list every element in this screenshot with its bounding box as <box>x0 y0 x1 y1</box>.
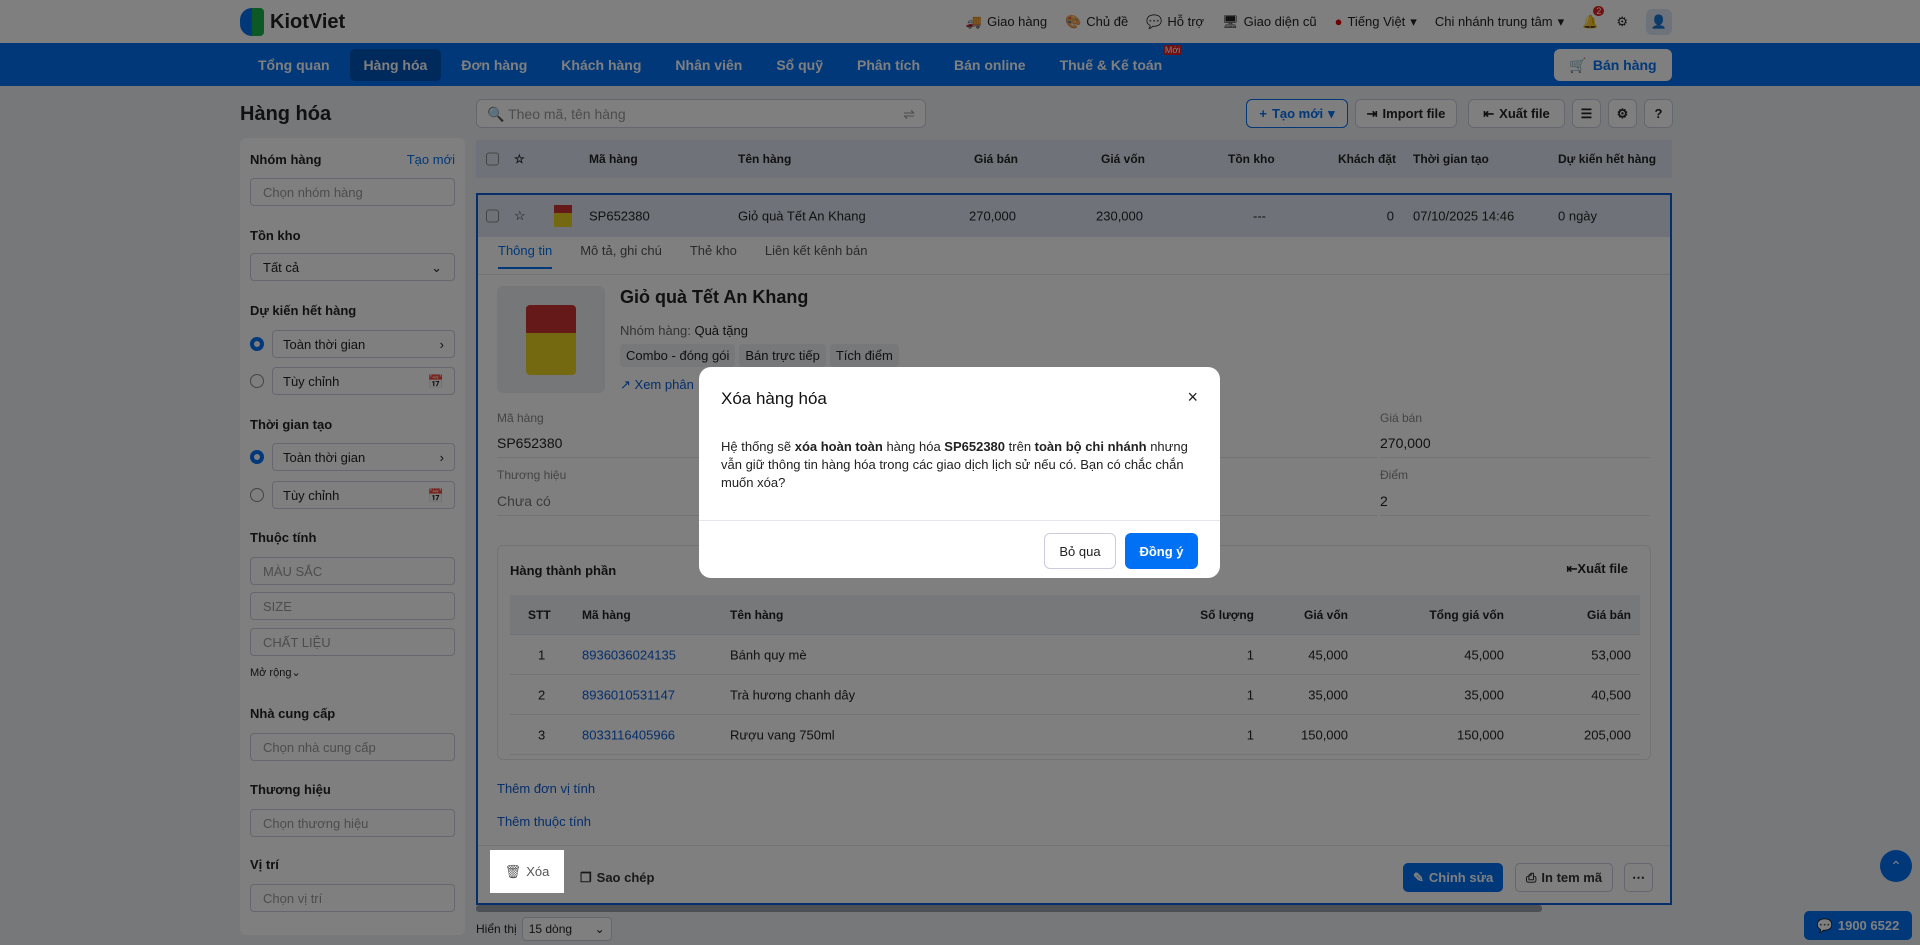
confirm-button[interactable]: Đồng ý <box>1125 533 1198 569</box>
delete-button[interactable]: 🗑 Xóa <box>490 850 564 893</box>
delete-dialog: Xóa hàng hóa × Hệ thống sẽ xóa hoàn toàn… <box>699 367 1220 578</box>
msg-part: hàng hóa <box>882 439 945 454</box>
msg-part: trên <box>1005 439 1035 454</box>
dialog-message: Hệ thống sẽ xóa hoàn toàn hàng hóa SP652… <box>721 438 1201 492</box>
msg-part: Hệ thống sẽ <box>721 439 795 454</box>
dialog-title: Xóa hàng hóa <box>721 389 827 408</box>
delete-label: Xóa <box>526 864 550 879</box>
msg-bold: toàn bộ chi nhánh <box>1034 439 1147 454</box>
close-icon[interactable]: × <box>1187 387 1198 408</box>
msg-bold: xóa hoàn toàn <box>794 439 883 454</box>
trash-icon: 🗑 <box>504 863 522 879</box>
divider <box>699 520 1220 521</box>
cancel-button[interactable]: Bỏ qua <box>1044 533 1116 569</box>
msg-bold: SP652380 <box>944 439 1006 454</box>
